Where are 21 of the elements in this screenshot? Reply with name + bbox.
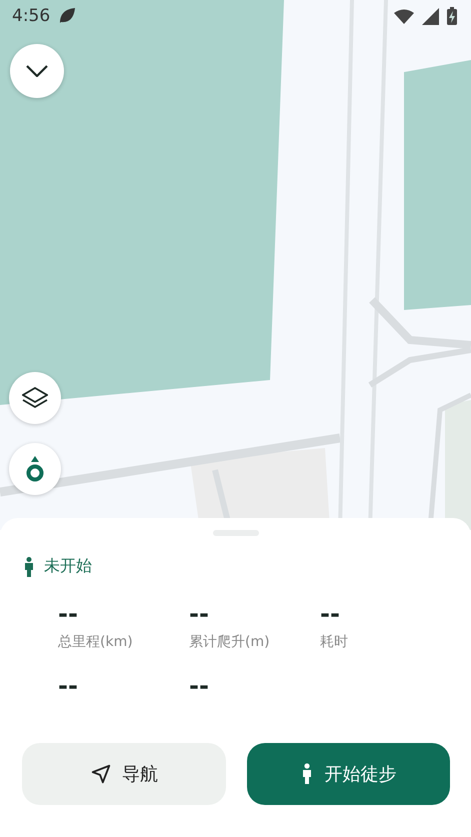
stat-value: -- (58, 599, 79, 629)
stat-value: -- (320, 599, 341, 629)
status-label: 未开始 (44, 556, 92, 577)
navigation-arrow-icon (90, 763, 112, 785)
location-marker-icon (26, 456, 44, 482)
battery-charging-icon (447, 7, 457, 25)
wifi-icon (394, 8, 414, 24)
stat-value: -- (189, 599, 210, 629)
navigation-button[interactable]: 导航 (22, 743, 226, 805)
stat-label: 累计爬升(m) (189, 633, 271, 651)
start-button[interactable]: 开始徒步 (246, 743, 450, 805)
stat-value: -- (58, 671, 79, 701)
layers-icon (22, 387, 48, 409)
signal-icon (422, 8, 439, 24)
stat-label: 耗时 (320, 633, 349, 651)
stat-label: 总里程(km) (58, 633, 134, 651)
chevron-down-icon (26, 65, 48, 77)
stat-value: -- (189, 671, 210, 701)
leaf-icon (58, 7, 76, 25)
person-icon (24, 556, 34, 576)
status-time: 4:56 (12, 6, 50, 26)
